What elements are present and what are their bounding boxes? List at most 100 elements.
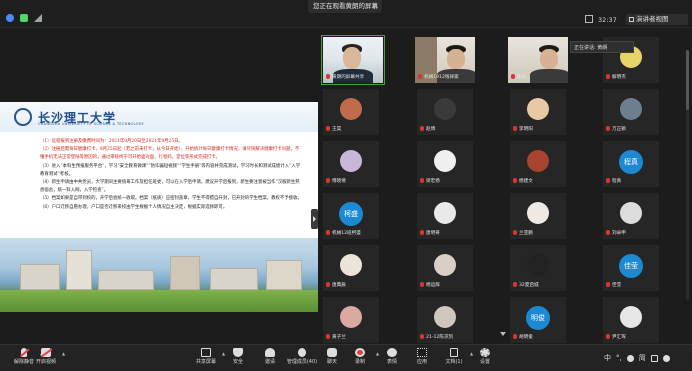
start-video-label: 开启视频: [35, 359, 56, 365]
chevron-down-icon[interactable]: [500, 332, 506, 337]
participant-name: 刘卓申: [606, 230, 626, 237]
participant-tile[interactable]: 万正颖: [602, 88, 660, 136]
participant-tile[interactable]: 黄朗的屏幕共享: [321, 35, 385, 85]
user-icon[interactable]: [662, 354, 670, 362]
avatar: [620, 98, 642, 120]
active-speaker-label: 正在讲话: 黄朗: [570, 41, 634, 53]
participant-tile[interactable]: 黄子兰: [322, 296, 380, 344]
participant-tile[interactable]: 柯盛 机械12班柯盛: [322, 192, 380, 240]
participant-tile[interactable]: 32夏启城: [509, 244, 567, 292]
speaker-view-button[interactable]: 演讲者视图: [626, 14, 688, 25]
participant-tile[interactable]: 尹汇珲: [602, 296, 660, 344]
participant-tile[interactable]: 傅晓倩: [322, 140, 380, 188]
mic-muted-icon: [326, 126, 330, 131]
avatar: [340, 98, 362, 120]
participant-name: 梁宏扬: [420, 178, 440, 185]
close-icon[interactable]: ✕: [373, 0, 378, 13]
settings-button[interactable]: 设置: [463, 348, 507, 370]
mic-muted-icon: [513, 126, 517, 131]
participant-name: 万正颖: [606, 126, 626, 133]
speaker-view-label: 演讲者视图: [636, 15, 669, 23]
avatar: [434, 306, 456, 328]
chat-icon: [327, 348, 337, 357]
participant-name: 黄朗的屏幕共享: [326, 74, 364, 81]
emoji-icon[interactable]: [626, 354, 634, 362]
avatar: 明俊: [526, 306, 550, 330]
participant-name: 杨建文: [513, 178, 533, 185]
participant-tile[interactable]: 唐明奇: [416, 192, 474, 240]
participant-gallery: 黄朗的屏幕共享 机械1912钱祥家 陈彪 解明杰 正在讲话: 黄朗 王昊 赵博 …: [320, 28, 692, 344]
avatar: [434, 202, 456, 224]
mic-muted-icon: [606, 334, 610, 339]
participant-tile[interactable]: 兰亚鹏: [509, 192, 567, 240]
participant-name-text: 32夏启城: [519, 283, 539, 288]
avatar: [434, 254, 456, 276]
signal-icon[interactable]: [34, 14, 42, 22]
participant-name: 赵博: [420, 126, 435, 133]
invite-user-icon: [265, 348, 275, 357]
participant-name-text: 唐明奇: [426, 231, 440, 236]
participant-name-text: 机械12班柯盛: [332, 231, 361, 236]
chevron-up-icon[interactable]: ▲: [62, 351, 65, 356]
avatar: 柯盛: [339, 202, 363, 226]
avatar: [340, 254, 362, 276]
participant-name-text: 杨运辉: [426, 283, 440, 288]
lawn: [0, 290, 318, 312]
participant-tile[interactable]: 李明阳: [509, 88, 567, 136]
participant-name: 王昊: [326, 126, 341, 133]
building: [98, 270, 154, 290]
share-screen-icon: [201, 348, 211, 357]
punctuation-toggle[interactable]: °,: [616, 354, 622, 362]
participant-name-text: 赵博: [426, 127, 436, 132]
participant-tile[interactable]: 21-12陈京凯: [416, 296, 474, 344]
participant-name: 机械1912钱祥家: [418, 74, 459, 81]
security-shield-icon[interactable]: [20, 14, 28, 22]
mic-muted-icon: [418, 74, 422, 79]
mic-muted-icon: [606, 178, 610, 183]
participant-tile[interactable]: 程真 程真: [602, 140, 660, 188]
building: [170, 256, 200, 290]
participant-tile[interactable]: 唐典辰: [322, 244, 380, 292]
participant-name-text: 黄子兰: [332, 335, 346, 340]
panel-splitter-handle[interactable]: [311, 209, 318, 229]
avatar: [434, 98, 456, 120]
participant-tile[interactable]: 杨运辉: [416, 244, 474, 292]
participant-tile[interactable]: 机械1912钱祥家: [414, 36, 476, 84]
mic-muted-icon: [513, 178, 517, 183]
participant-name-text: 机械1912钱祥家: [424, 75, 459, 80]
mic-muted-icon: [420, 178, 424, 183]
participant-name-text: 21-12陈京凯: [426, 335, 454, 340]
participant-tile[interactable]: 陈彪: [507, 36, 569, 84]
avatar: [620, 202, 642, 224]
participant-name: 兰亚鹏: [513, 230, 533, 237]
participant-tile[interactable]: 明俊 胡明俊: [509, 296, 567, 344]
info-icon[interactable]: [6, 14, 14, 22]
participant-tile[interactable]: 赵博: [416, 88, 474, 136]
shared-screen[interactable]: 长沙理工大学 CHANGSHA UNIVERSITY OF SCIENCE & …: [0, 28, 318, 344]
mic-muted-icon: [513, 282, 517, 287]
gear-icon: [480, 348, 490, 357]
simplified-toggle[interactable]: 简: [639, 353, 646, 363]
avatar: [527, 150, 549, 172]
smiley-icon: [387, 348, 397, 357]
participant-name: 32夏启城: [513, 282, 539, 289]
keyboard-icon[interactable]: [650, 354, 658, 362]
participant-tile[interactable]: 杨建文: [509, 140, 567, 188]
gallery-scrollbar[interactable]: [686, 50, 689, 300]
participant-name-text: 梁宏扬: [426, 179, 440, 184]
participant-name: 杨运辉: [420, 282, 440, 289]
mic-muted-icon: [606, 230, 610, 235]
participant-name: 佳莹: [606, 282, 621, 289]
fullscreen-icon[interactable]: [585, 15, 593, 23]
participant-tile[interactable]: 刘卓申: [602, 192, 660, 240]
avatar: [527, 98, 549, 120]
participant-tile[interactable]: 梁宏扬: [416, 140, 474, 188]
viewing-share-banner[interactable]: 您正在观看黄朗的屏幕 ✕: [308, 0, 382, 13]
participant-name: 黄子兰: [326, 334, 346, 341]
slide-paragraph: （6）户口迁移自愿办理，户口是否迁移来校由学生根据个人情况自主决定，根据实际选择…: [40, 204, 228, 210]
participant-tile[interactable]: 王昊: [322, 88, 380, 136]
participant-tile[interactable]: 佳莹 佳莹: [602, 244, 660, 292]
ime-mode-toggle[interactable]: 中: [604, 353, 611, 363]
participant-name-text: 杨建文: [519, 179, 533, 184]
slide-paragraph: （4）新生申请由中共党员，大学期间主要统筹工作及担任班委，可以在入学后申请，建议…: [40, 180, 300, 194]
